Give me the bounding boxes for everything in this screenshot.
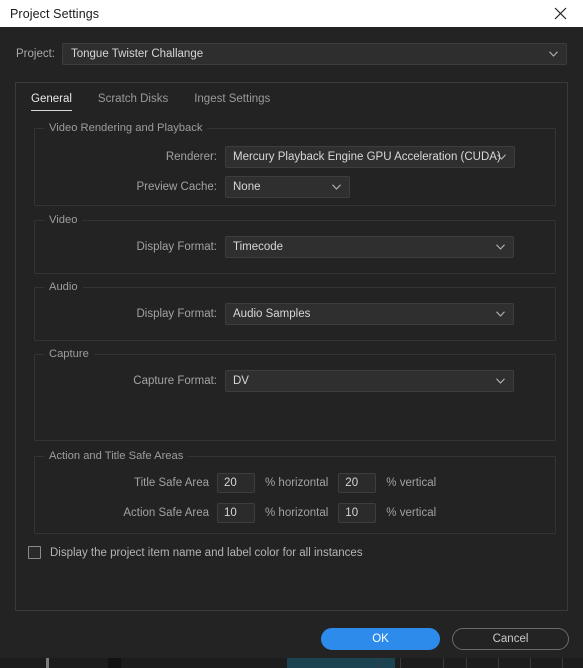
display-project-item-name-checkbox-row[interactable]: Display the project item name and label … xyxy=(28,546,363,559)
settings-content-panel: General Scratch Disks Ingest Settings Vi… xyxy=(15,82,568,611)
bg-tick xyxy=(530,658,531,668)
tab-general[interactable]: General xyxy=(31,93,72,111)
group-title-video: Video xyxy=(44,214,83,226)
preview-cache-dropdown[interactable]: None xyxy=(225,176,350,198)
dialog-titlebar: Project Settings xyxy=(0,0,583,27)
renderer-dropdown-value: Mercury Playback Engine GPU Acceleration… xyxy=(233,151,501,163)
audio-display-format-dropdown[interactable]: Audio Samples xyxy=(225,303,514,325)
group-capture: Capture Capture Format: DV xyxy=(34,348,556,441)
preview-cache-dropdown-value: None xyxy=(233,181,261,193)
capture-format-value: DV xyxy=(233,375,249,387)
bg-tick xyxy=(400,658,401,668)
group-title-audio: Audio xyxy=(44,281,83,293)
title-safe-horizontal-unit: % horizontal xyxy=(265,477,329,489)
display-project-item-name-label: Display the project item name and label … xyxy=(50,546,363,559)
row-preview-cache: Preview Cache: None xyxy=(35,176,555,198)
title-safe-area-label: Title Safe Area xyxy=(133,477,209,489)
row-action-safe-area: Action Safe Area 10 % horizontal 10 % ve… xyxy=(35,503,555,523)
video-display-format-dropdown[interactable]: Timecode xyxy=(225,236,514,258)
action-safe-vertical-unit: % vertical xyxy=(386,507,437,519)
group-title-safe-areas: Action and Title Safe Areas xyxy=(44,450,189,462)
row-capture-format: Capture Format: DV xyxy=(35,370,555,392)
title-safe-vertical-unit: % vertical xyxy=(386,477,437,489)
bg-clip xyxy=(108,658,121,668)
video-display-format-label: Display Format: xyxy=(136,241,217,253)
title-safe-horizontal-input[interactable]: 20 xyxy=(217,473,255,493)
chevron-down-icon xyxy=(549,51,558,57)
project-settings-dialog: Project Settings Project: Tongue Twister… xyxy=(0,0,583,668)
title-safe-vertical-value: 20 xyxy=(345,477,359,489)
ok-button[interactable]: OK xyxy=(321,628,440,650)
audio-display-format-label: Display Format: xyxy=(136,308,217,320)
row-video-display-format: Display Format: Timecode xyxy=(35,236,555,258)
title-safe-horizontal-value: 20 xyxy=(224,477,237,489)
chevron-down-icon xyxy=(496,244,505,250)
row-title-safe-area: Title Safe Area 20 % horizontal 20 % ver… xyxy=(35,473,555,493)
project-selector-row: Project: Tongue Twister Challange xyxy=(0,42,583,66)
background-app-sliver xyxy=(0,658,583,668)
dialog-footer: OK Cancel xyxy=(0,625,583,655)
video-display-format-value: Timecode xyxy=(233,241,284,253)
bg-tick xyxy=(466,658,467,668)
row-audio-display-format: Display Format: Audio Samples xyxy=(35,303,555,325)
chevron-down-icon xyxy=(332,184,341,190)
group-video: Video Display Format: Timecode xyxy=(34,214,556,274)
tab-scratch-disks[interactable]: Scratch Disks xyxy=(98,93,168,111)
action-safe-vertical-input[interactable]: 10 xyxy=(338,503,377,523)
capture-format-label: Capture Format: xyxy=(133,375,217,387)
action-safe-area-label: Action Safe Area xyxy=(123,507,209,519)
bg-tick xyxy=(562,658,563,668)
action-safe-vertical-value: 10 xyxy=(345,507,359,519)
chevron-down-icon xyxy=(496,311,505,317)
group-action-and-title-safe-areas: Action and Title Safe Areas Title Safe A… xyxy=(34,450,556,534)
action-safe-horizontal-input[interactable]: 10 xyxy=(217,503,255,523)
renderer-label: Renderer: xyxy=(165,151,217,163)
bg-tick xyxy=(378,658,379,668)
project-label: Project: xyxy=(16,48,55,60)
chevron-down-icon xyxy=(497,154,506,160)
group-video-rendering-and-playback: Video Rendering and Playback Renderer: M… xyxy=(34,122,556,206)
project-dropdown[interactable]: Tongue Twister Challange xyxy=(62,43,567,65)
title-safe-vertical-input[interactable]: 20 xyxy=(338,473,377,493)
bg-clip xyxy=(46,658,49,668)
tab-ingest-settings[interactable]: Ingest Settings xyxy=(194,93,270,111)
display-project-item-name-checkbox[interactable] xyxy=(28,546,41,559)
dialog-title: Project Settings xyxy=(10,6,100,21)
action-safe-horizontal-unit: % horizontal xyxy=(265,507,329,519)
action-safe-horizontal-value: 10 xyxy=(224,507,237,519)
project-dropdown-value: Tongue Twister Challange xyxy=(71,48,204,60)
bg-tick xyxy=(498,658,499,668)
chevron-down-icon xyxy=(496,378,505,384)
close-icon[interactable] xyxy=(538,0,583,27)
capture-format-dropdown[interactable]: DV xyxy=(225,370,514,392)
audio-display-format-value: Audio Samples xyxy=(233,308,311,320)
row-renderer: Renderer: Mercury Playback Engine GPU Ac… xyxy=(35,146,555,168)
renderer-dropdown[interactable]: Mercury Playback Engine GPU Acceleration… xyxy=(225,146,515,168)
group-audio: Audio Display Format: Audio Samples xyxy=(34,281,556,341)
bg-tick xyxy=(443,658,444,668)
group-title-capture: Capture xyxy=(44,348,94,360)
preview-cache-label: Preview Cache: xyxy=(136,181,217,193)
group-title-video-rendering: Video Rendering and Playback xyxy=(44,122,208,134)
settings-tabs: General Scratch Disks Ingest Settings xyxy=(31,93,270,111)
cancel-button[interactable]: Cancel xyxy=(452,628,569,650)
